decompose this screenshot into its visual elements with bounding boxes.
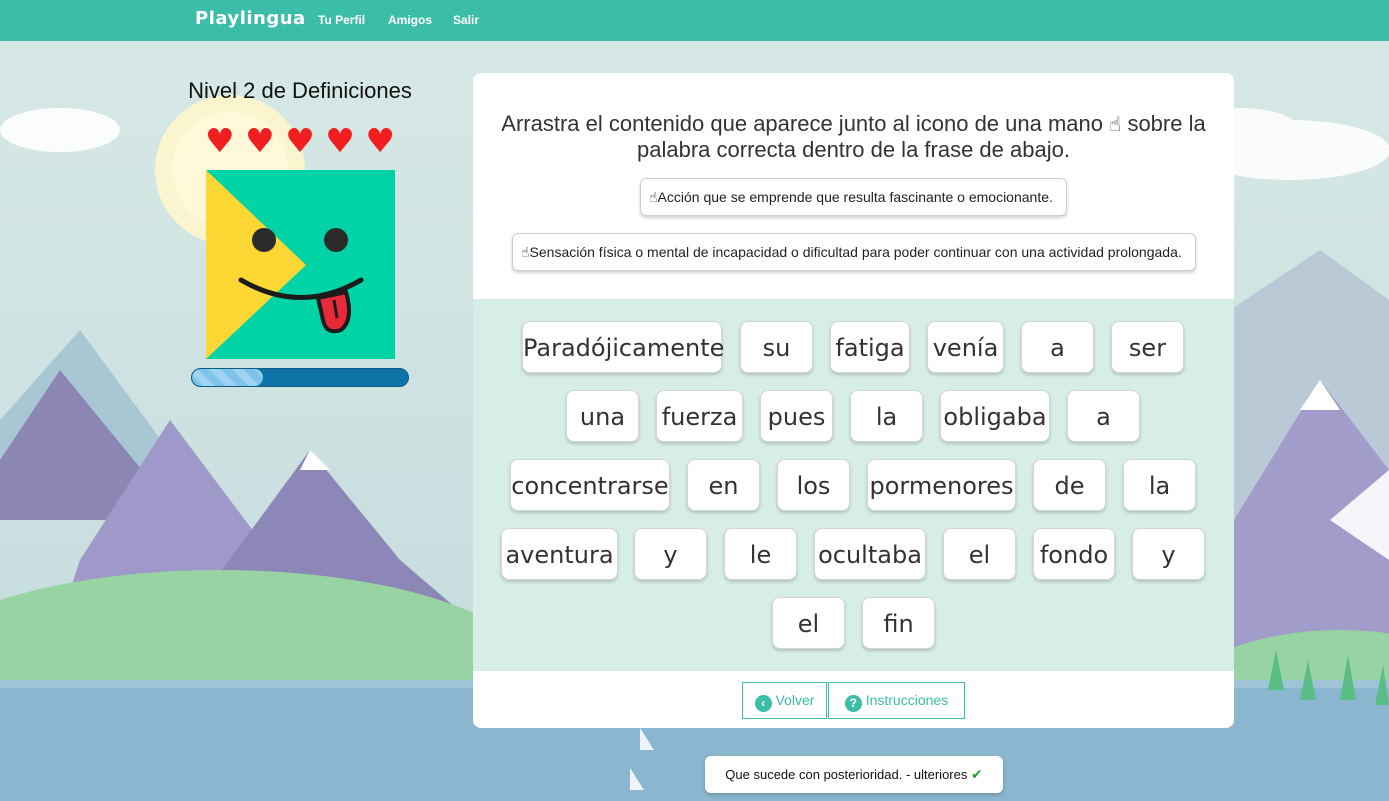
- word-tile[interactable]: a: [1021, 321, 1094, 373]
- word-tile[interactable]: la: [850, 390, 923, 442]
- nav-link-profile[interactable]: Tu Perfil: [318, 13, 365, 27]
- check-icon: ✔: [970, 767, 983, 783]
- back-button[interactable]: ‹ Volver: [742, 682, 827, 719]
- nav-link-logout[interactable]: Salir: [453, 13, 479, 27]
- word-tile[interactable]: ocultaba: [814, 528, 926, 580]
- lives-hearts: ♥ ♥ ♥ ♥ ♥: [205, 124, 395, 158]
- word-tile[interactable]: aventura: [501, 528, 618, 580]
- word-tile[interactable]: obligaba: [940, 390, 1050, 442]
- clue-text: Sensación física o mental de incapacidad…: [529, 244, 1182, 260]
- instructions-button[interactable]: ? Instrucciones: [828, 682, 965, 719]
- top-nav: Playlingua Tu Perfil Amigos Salir: [0, 0, 1389, 41]
- word-tile[interactable]: fin: [862, 597, 935, 649]
- word-tile[interactable]: su: [740, 321, 813, 373]
- heart-icon: ♥: [285, 121, 315, 160]
- mascot-avatar: [206, 170, 395, 359]
- word-tile[interactable]: a: [1067, 390, 1140, 442]
- question-circle-icon: ?: [844, 695, 862, 712]
- word-tile[interactable]: la: [1123, 459, 1196, 511]
- toast-text: Que sucede con posterioridad. - ulterior…: [725, 767, 968, 782]
- word-tile[interactable]: concentrarse: [510, 459, 670, 511]
- arrow-left-circle-icon: ‹: [754, 695, 772, 712]
- word-tile[interactable]: venía: [927, 321, 1004, 373]
- word-tile[interactable]: en: [687, 459, 760, 511]
- word-tile[interactable]: los: [777, 459, 850, 511]
- feedback-toast: Que sucede con posterioridad. - ulterior…: [705, 756, 1003, 793]
- word-tile[interactable]: y: [634, 528, 707, 580]
- word-tile[interactable]: ser: [1111, 321, 1184, 373]
- pointing-hand-icon: ☝: [1109, 112, 1122, 136]
- draggable-clue[interactable]: ☝Sensación física o mental de incapacida…: [512, 233, 1196, 271]
- word-tile[interactable]: el: [943, 528, 1016, 580]
- progress-fill: [192, 369, 264, 386]
- word-tile[interactable]: fondo: [1033, 528, 1115, 580]
- pointing-hand-icon: ☝: [521, 245, 530, 261]
- word-tile[interactable]: una: [566, 390, 639, 442]
- heart-icon: ♥: [365, 121, 395, 160]
- brand-logo[interactable]: Playlingua: [195, 8, 306, 29]
- word-tile[interactable]: fatiga: [830, 321, 910, 373]
- level-title: Nivel 2 de Definiciones: [188, 78, 412, 103]
- instruction-text: Arrastra el contenido que aparece junto …: [501, 111, 1206, 162]
- card-footer: ‹ Volver ? Instrucciones: [473, 671, 1234, 728]
- sentence-word-area: Paradójicamente su fatiga venía a ser un…: [473, 299, 1234, 671]
- heart-icon: ♥: [245, 121, 275, 160]
- level-progress-bar: [191, 368, 409, 387]
- word-tile[interactable]: fuerza: [656, 390, 743, 442]
- exercise-card: Arrastra el contenido que aparece junto …: [473, 73, 1234, 728]
- heart-icon: ♥: [205, 121, 235, 160]
- word-tile[interactable]: y: [1132, 528, 1205, 580]
- nav-link-friends[interactable]: Amigos: [388, 13, 432, 27]
- word-tile[interactable]: el: [772, 597, 845, 649]
- draggable-clue[interactable]: ☝Acción que se emprende que resulta fasc…: [640, 178, 1067, 216]
- word-tile[interactable]: le: [724, 528, 797, 580]
- heart-icon: ♥: [325, 121, 355, 160]
- word-tile[interactable]: pormenores: [867, 459, 1016, 511]
- word-tile[interactable]: pues: [760, 390, 833, 442]
- word-tile[interactable]: de: [1033, 459, 1106, 511]
- pointing-hand-icon: ☝: [649, 190, 658, 206]
- clue-text: Acción que se emprende que resulta fasci…: [657, 189, 1053, 205]
- word-tile[interactable]: Paradójicamente: [522, 321, 724, 373]
